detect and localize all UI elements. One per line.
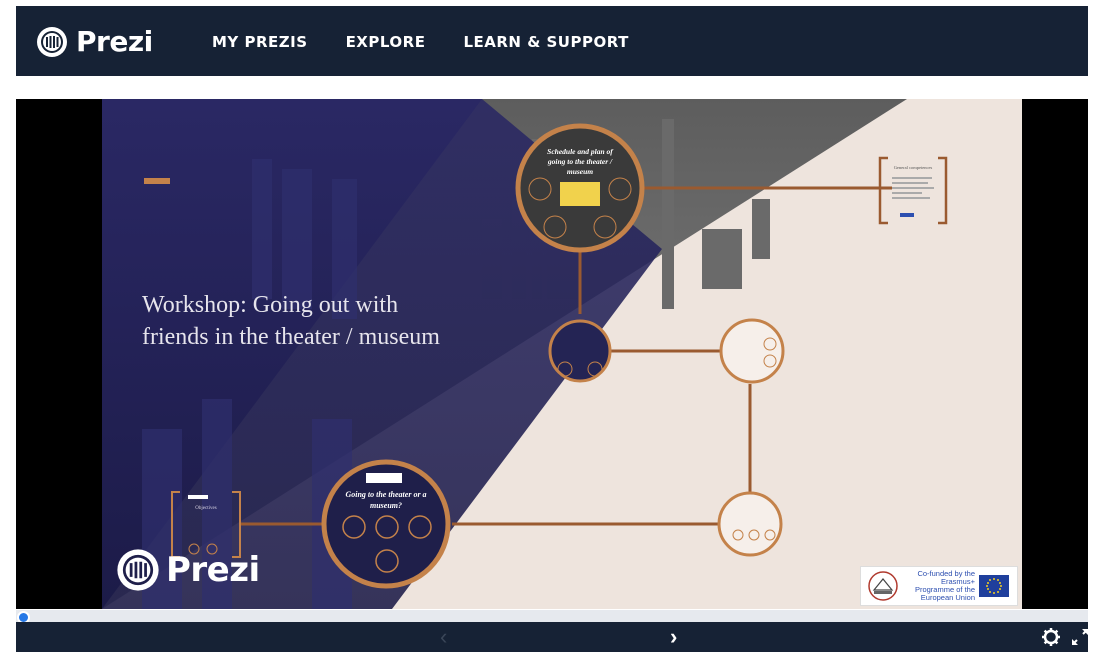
prezi-watermark[interactable]: Prezi — [116, 548, 260, 592]
top-navigation-bar: Prezi MY PREZIS EXPLORE LEARN & SUPPORT — [16, 6, 1088, 76]
eu-cofunded-text: Co-funded by the Erasmus+ Programme of t… — [914, 569, 975, 602]
nav-learn-support[interactable]: LEARN & SUPPORT — [463, 33, 628, 51]
svg-text:museum: museum — [567, 167, 593, 176]
watermark-text: Prezi — [166, 550, 260, 590]
project-logo-icon — [868, 571, 898, 601]
slide-canvas[interactable]: Schedule and plan of going to the theate… — [102, 99, 1022, 609]
svg-text:museum?: museum? — [370, 501, 402, 510]
nav-explore[interactable]: EXPLORE — [346, 33, 426, 51]
slide-title: Workshop: Going out with friends in the … — [142, 292, 440, 350]
slide-background: Schedule and plan of going to the theate… — [102, 99, 1022, 609]
fullscreen-icon[interactable] — [1071, 628, 1089, 651]
svg-text:going to the theater /: going to the theater / — [547, 157, 613, 166]
main-nav: MY PREZIS EXPLORE LEARN & SUPPORT — [212, 33, 629, 51]
prezi-watermark-icon — [117, 549, 159, 591]
settings-gear-icon[interactable] — [1041, 627, 1061, 652]
presentation-viewer[interactable]: Schedule and plan of going to the theate… — [16, 99, 1088, 609]
prezi-logo-icon — [37, 26, 67, 57]
next-step-button[interactable]: › — [670, 624, 677, 650]
svg-text:Going to the theater or a: Going to the theater or a — [345, 490, 426, 499]
svg-text:Schedule and plan of: Schedule and plan of — [547, 147, 614, 156]
progress-bar[interactable] — [16, 610, 1088, 622]
previous-step-button[interactable]: ‹ — [440, 624, 447, 650]
eu-flag-icon — [979, 575, 1009, 597]
eu-cofunded-badge: Co-funded by the Erasmus+ Programme of t… — [860, 566, 1018, 606]
nav-my-prezis[interactable]: MY PREZIS — [212, 33, 308, 51]
svg-text:Objectives: Objectives — [195, 506, 216, 511]
svg-text:General competences: General competences — [894, 165, 933, 170]
brand-name: Prezi — [76, 25, 153, 58]
prezi-logo[interactable]: Prezi — [36, 25, 153, 58]
player-controls: ‹ › — [16, 622, 1088, 652]
